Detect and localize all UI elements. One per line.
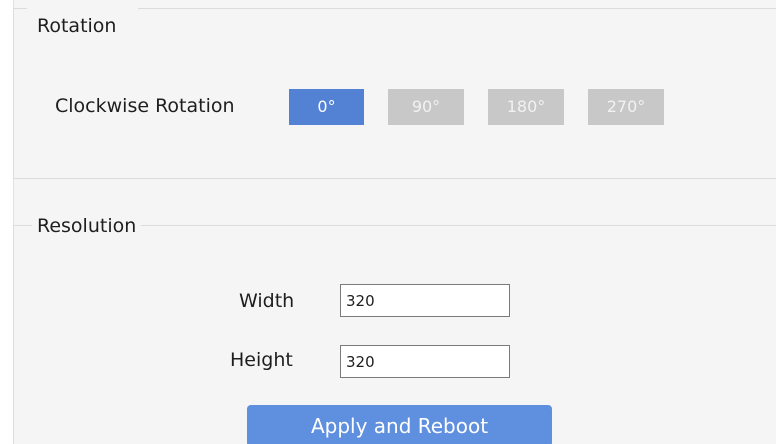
height-input[interactable] — [340, 345, 510, 378]
apply-and-reboot-button[interactable]: Apply and Reboot — [247, 405, 552, 444]
width-label: Width — [239, 290, 295, 312]
resolution-group-border — [13, 225, 27, 226]
rotation-0-button[interactable]: 0° — [289, 89, 364, 125]
rotation-group-border — [138, 8, 776, 9]
height-label: Height — [230, 349, 293, 371]
clockwise-rotation-label: Clockwise Rotation — [55, 95, 235, 117]
settings-window: Rotation Clockwise Rotation 0° 90° 180° … — [0, 0, 776, 444]
rotation-group-title: Rotation — [32, 15, 122, 37]
rotation-180-button[interactable]: 180° — [488, 89, 564, 125]
rotation-270-button[interactable]: 270° — [588, 89, 664, 125]
width-input[interactable] — [340, 284, 510, 317]
rotation-group-border — [13, 8, 27, 9]
resolution-group-title: Resolution — [32, 215, 142, 237]
rotation-90-button[interactable]: 90° — [388, 89, 464, 125]
